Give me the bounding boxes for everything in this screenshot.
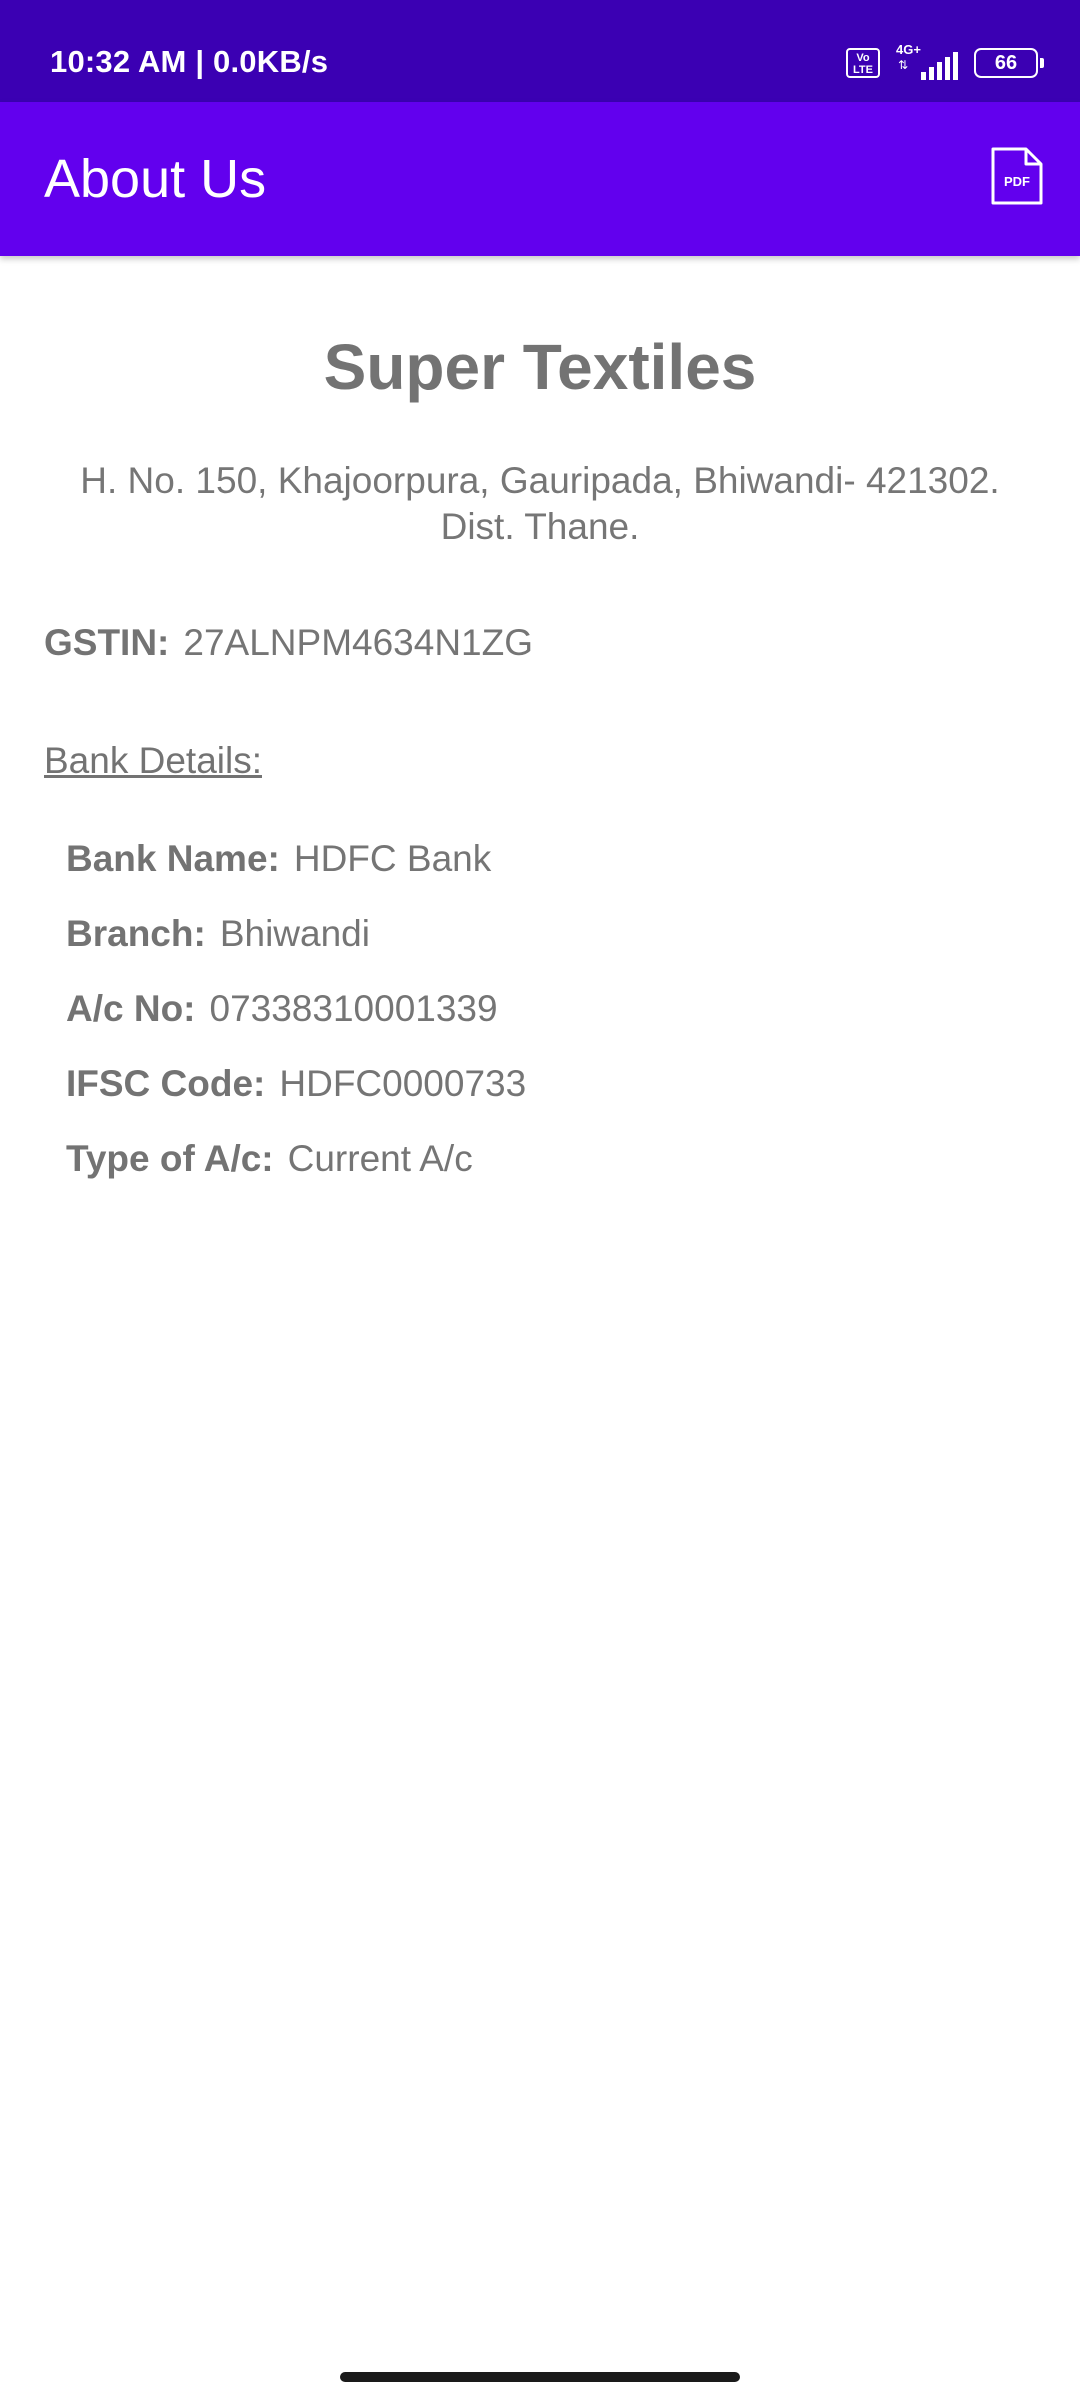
network-type: 4G+ [896,42,921,57]
data-arrows-icon: ⇅ [898,58,909,72]
bank-name-label: Bank Name: [66,838,280,879]
branch-value: Bhiwandi [219,913,370,954]
account-type-row: Type of A/c: Current A/c [66,1138,473,1180]
status-bar: 10:32 AM | 0.0KB/s Vo LTE 4G+ ⇅ 66 [0,0,1080,102]
pdf-icon-label: PDF [1004,174,1030,189]
bank-name-value: HDFC Bank [293,838,492,879]
company-name: Super Textiles [323,331,757,403]
pdf-file-icon: PDF [991,147,1043,205]
signal-bars-icon [921,52,958,80]
ifsc-value: HDFC0000733 [279,1063,527,1104]
gstin-row: GSTIN: 27ALNPM4634N1ZG [44,622,533,664]
ifsc-label: IFSC Code: [66,1063,266,1104]
branch-row: Branch: Bhiwandi [66,913,370,955]
volte-icon: Vo LTE [846,48,880,78]
address-line-1: H. No. 150, Khajoorpura, Gauripada, Bhiw… [80,460,1000,501]
status-time: 10:32 AM | 0.0KB/s [50,44,329,79]
account-type-label: Type of A/c: [66,1138,274,1179]
page-title: About Us [44,149,267,209]
account-number-value: 07338310001339 [209,988,498,1029]
gstin-label: GSTIN: [44,622,170,663]
account-type-value: Current A/c [287,1138,473,1179]
signal-icon: 4G+ ⇅ [896,42,958,80]
ifsc-row: IFSC Code: HDFC0000733 [66,1063,526,1105]
app-bar: About Us PDF [0,102,1080,256]
branch-label: Branch: [66,913,206,954]
account-number-row: A/c No: 07338310001339 [66,988,498,1030]
bank-name-row: Bank Name: HDFC Bank [66,838,491,880]
battery-icon: 66 [974,48,1044,78]
pdf-export-button[interactable]: PDF [990,146,1044,206]
gstin-value: 27ALNPM4634N1ZG [183,622,534,663]
account-number-label: A/c No: [66,988,196,1029]
address-line-2: Dist. Thane. [440,506,640,547]
home-indicator[interactable] [340,2372,740,2382]
status-icons: Vo LTE 4G+ ⇅ 66 [846,42,1044,80]
company-address: H. No. 150, Khajoorpura, Gauripada, Bhiw… [40,458,1040,550]
bank-details-heading: Bank Details: [44,740,262,781]
